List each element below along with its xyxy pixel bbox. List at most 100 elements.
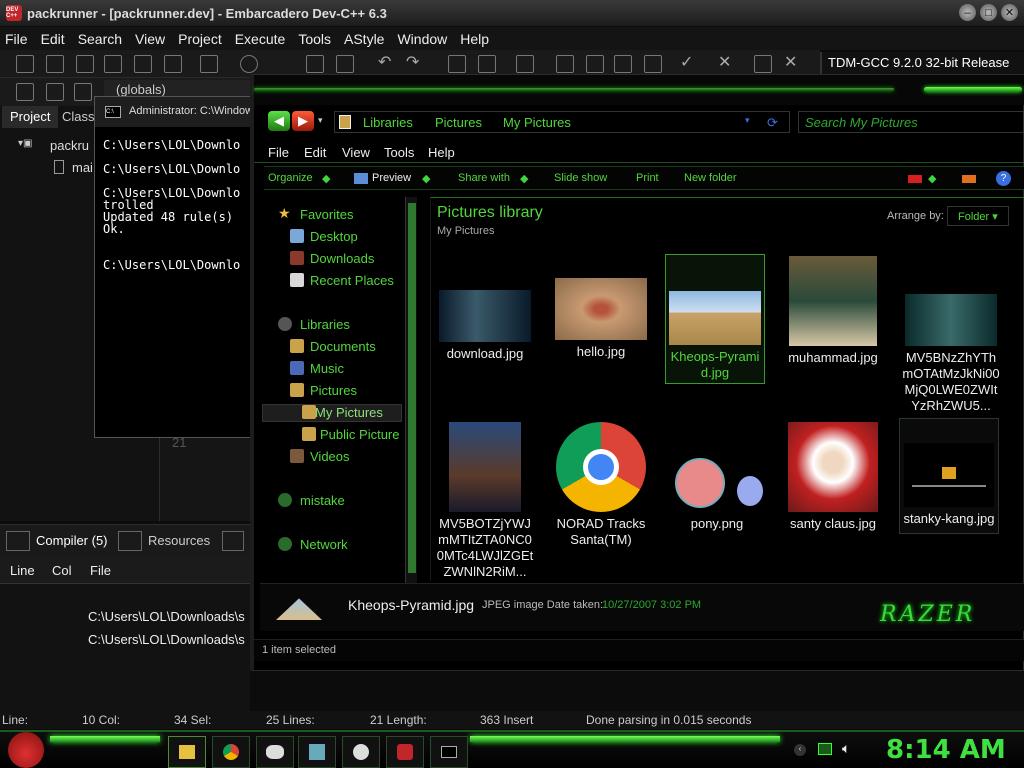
- nav-mistake[interactable]: mistake: [300, 493, 345, 508]
- check-icon[interactable]: ✓: [680, 52, 698, 71]
- taskbar-paint[interactable]: [256, 736, 294, 768]
- menu-project[interactable]: Project: [173, 31, 230, 47]
- preview-pane-icon[interactable]: [962, 175, 976, 183]
- menu-tools[interactable]: Tools: [384, 145, 414, 160]
- menu-astyle[interactable]: AStyle: [339, 31, 392, 47]
- nav-documents[interactable]: Documents: [310, 339, 376, 354]
- taskbar-chrome[interactable]: [212, 736, 250, 768]
- tab-resources[interactable]: Resources: [148, 533, 210, 548]
- help-icon[interactable]: ?: [996, 171, 1011, 186]
- clock[interactable]: 8:14 AM: [886, 735, 1006, 765]
- close-file-icon[interactable]: [134, 55, 152, 73]
- volume-icon[interactable]: 🔈︎: [842, 740, 850, 757]
- file-tile[interactable]: stanky-kang.jpg: [899, 418, 999, 534]
- col-col[interactable]: Col: [52, 563, 72, 578]
- tab-project[interactable]: Project: [2, 106, 59, 128]
- preview-button[interactable]: Preview: [372, 172, 411, 184]
- details-date-taken[interactable]: 10/27/2007 3:02 PM: [602, 599, 701, 611]
- print-icon[interactable]: [200, 55, 218, 73]
- console-window[interactable]: C:\ Administrator: C:\Window C:\Users\LO…: [94, 96, 254, 438]
- file-tile[interactable]: MV5BNzZhYThmOTAtMzJkNi00MjQ0LWE0ZWItYzRh…: [901, 294, 1001, 414]
- menu-edit[interactable]: Edit: [304, 145, 326, 160]
- table-row[interactable]: C:\Users\LOL\Downloads\s: [88, 632, 245, 647]
- new-file-icon[interactable]: [16, 55, 34, 73]
- close-all-icon[interactable]: [164, 55, 182, 73]
- redo-icon[interactable]: ↷: [406, 52, 424, 71]
- new-project-icon[interactable]: [516, 55, 534, 73]
- nav-libraries[interactable]: Libraries: [300, 317, 350, 332]
- refresh-icon[interactable]: ⟳: [767, 115, 778, 131]
- run-icon[interactable]: [586, 55, 604, 73]
- tree-file-main[interactable]: mai: [72, 160, 93, 175]
- share-with-button[interactable]: Share with: [458, 172, 510, 184]
- address-dropdown-icon[interactable]: ▾: [745, 115, 750, 126]
- arrange-by-dropdown[interactable]: Folder ▾: [947, 206, 1009, 226]
- menu-file[interactable]: File: [268, 145, 289, 160]
- nav-network[interactable]: Network: [300, 537, 348, 552]
- breadcrumb-my-pictures[interactable]: My Pictures: [503, 115, 571, 130]
- compiler-select[interactable]: TDM-GCC 9.2.0 32-bit Release: [820, 52, 1024, 74]
- bookmark-icon[interactable]: [478, 55, 496, 73]
- breadcrumb-pictures[interactable]: Pictures: [435, 115, 482, 130]
- menu-view[interactable]: View: [130, 31, 173, 47]
- find-icon[interactable]: [240, 55, 258, 73]
- address-bar[interactable]: Libraries Pictures My Pictures ▾ ⟳: [334, 111, 790, 133]
- menu-help[interactable]: Help: [455, 31, 497, 47]
- new-folder-button[interactable]: New folder: [684, 172, 737, 184]
- menu-execute[interactable]: Execute: [230, 31, 294, 47]
- breadcrumb-libraries[interactable]: Libraries: [363, 115, 413, 130]
- compile-icon[interactable]: [556, 55, 574, 73]
- organize-button[interactable]: Organize: [268, 172, 313, 184]
- history-dropdown-icon[interactable]: ▾: [318, 115, 323, 126]
- menu-view[interactable]: View: [342, 145, 370, 160]
- close-button[interactable]: ✕: [1001, 4, 1018, 21]
- col-file[interactable]: File: [90, 563, 111, 578]
- monitor-icon[interactable]: [818, 743, 832, 755]
- taskbar-game[interactable]: [342, 736, 380, 768]
- menu-file[interactable]: File: [0, 31, 36, 47]
- save-all-icon[interactable]: [104, 55, 122, 73]
- file-tile[interactable]: santy claus.jpg: [783, 422, 883, 532]
- file-tile[interactable]: NORAD Tracks Santa(TM): [551, 422, 651, 548]
- maximize-button[interactable]: □: [980, 4, 997, 21]
- file-tile[interactable]: hello.jpg: [551, 278, 651, 360]
- chart-icon[interactable]: [754, 55, 772, 73]
- goto-icon[interactable]: [448, 55, 466, 73]
- file-tile[interactable]: download.jpg: [435, 284, 535, 362]
- nav-desktop[interactable]: Desktop: [310, 229, 358, 244]
- compile-run-icon[interactable]: [614, 55, 632, 73]
- menu-window[interactable]: Window: [392, 31, 455, 47]
- tree-expand-icon[interactable]: ▾▣: [18, 138, 48, 152]
- file-tile[interactable]: pony.png: [667, 436, 767, 532]
- open-folder-icon[interactable]: [46, 55, 64, 73]
- file-tile[interactable]: muhammad.jpg: [783, 256, 883, 366]
- nav-scrollbar[interactable]: [405, 197, 417, 583]
- menu-edit[interactable]: Edit: [36, 31, 73, 47]
- indent-icon[interactable]: [306, 55, 324, 73]
- forward-arrow-icon[interactable]: ▶: [292, 111, 314, 131]
- minimize-button[interactable]: –: [959, 4, 976, 21]
- unindent-icon[interactable]: [336, 55, 354, 73]
- menu-help[interactable]: Help: [428, 145, 455, 160]
- goto-bookmark-icon[interactable]: [74, 83, 92, 101]
- insert-icon[interactable]: [16, 83, 34, 101]
- print-button[interactable]: Print: [636, 172, 659, 184]
- nav-music[interactable]: Music: [310, 361, 344, 376]
- file-tile[interactable]: MV5BOTZjYWJmMTItZTA0NC00MTc4LWJlZGEtZWNl…: [435, 422, 535, 580]
- taskbar-app[interactable]: [298, 736, 336, 768]
- col-line[interactable]: Line: [10, 563, 35, 578]
- nav-public-pictures[interactable]: Public Picture: [320, 427, 399, 442]
- tray-chevron-icon[interactable]: ‹: [794, 744, 806, 756]
- taskbar-explorer[interactable]: [168, 736, 206, 768]
- nav-my-pictures[interactable]: My Pictures: [262, 404, 402, 422]
- tree-project-root[interactable]: packru: [50, 138, 89, 153]
- save-icon[interactable]: [76, 55, 94, 73]
- toggle-bookmark-icon[interactable]: [46, 83, 64, 101]
- delete-icon[interactable]: ✕: [784, 52, 802, 71]
- back-arrow-icon[interactable]: ◀: [268, 111, 290, 131]
- nav-recent-places[interactable]: Recent Places: [310, 273, 394, 288]
- nav-favorites[interactable]: Favorites: [300, 207, 353, 222]
- table-row[interactable]: C:\Users\LOL\Downloads\s: [88, 609, 245, 624]
- nav-downloads[interactable]: Downloads: [310, 251, 374, 266]
- nav-videos[interactable]: Videos: [310, 449, 350, 464]
